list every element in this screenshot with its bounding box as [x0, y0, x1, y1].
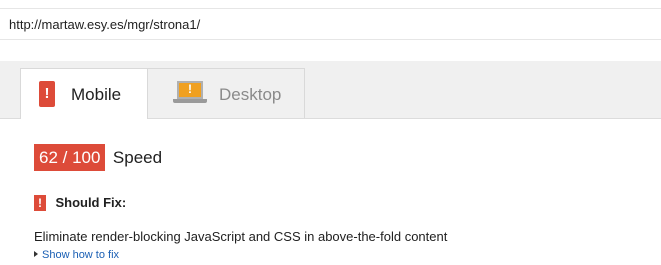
desktop-warning-icon: !	[173, 81, 207, 105]
score-label: Speed	[112, 148, 163, 167]
show-how-to-fix-link[interactable]: Show how to fix	[34, 249, 119, 261]
mobile-warning-icon: !	[39, 81, 55, 107]
tab-mobile[interactable]: ! Mobile	[20, 68, 148, 119]
should-fix-header: ! Should Fix:	[34, 195, 126, 213]
warning-icon: !	[34, 195, 46, 211]
should-fix-title: Should Fix:	[55, 195, 127, 210]
device-tabs: ! Mobile ! Desktop	[0, 61, 661, 119]
show-how-to-fix-label: Show how to fix	[42, 249, 120, 261]
pagespeed-report: http://martaw.esy.es/mgr/strona1/ ! Mobi…	[0, 0, 661, 265]
score-badge: 62 / 100	[34, 144, 106, 171]
tab-mobile-label: Mobile	[71, 85, 122, 104]
rule-title: Eliminate render-blocking JavaScript and…	[34, 229, 448, 244]
analyzed-url: http://martaw.esy.es/mgr/strona1/	[9, 17, 201, 32]
caret-right-icon	[34, 251, 38, 258]
laptop-screen: !	[177, 81, 203, 99]
warning-mark: !	[188, 82, 192, 96]
laptop-base	[173, 99, 207, 103]
tab-desktop-label: Desktop	[219, 85, 282, 104]
tab-desktop[interactable]: ! Desktop	[148, 68, 305, 119]
speed-score: 62 / 100 Speed	[34, 144, 162, 171]
warning-mark: !	[44, 85, 50, 102]
url-bar: http://martaw.esy.es/mgr/strona1/	[0, 8, 661, 40]
